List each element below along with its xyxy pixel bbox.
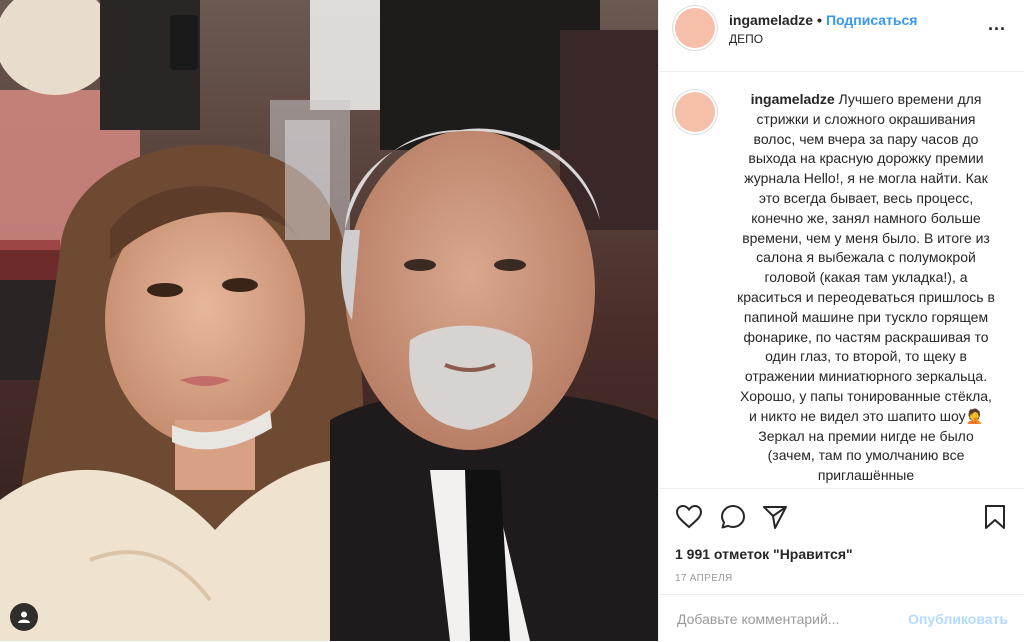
location-link[interactable]: ДЕПО [729,32,917,46]
actions-section: 1 991 отметок "Нравится" 17 апреля Опубл… [659,488,1024,642]
comment-input[interactable] [675,609,909,628]
more-options-icon[interactable]: ... [988,14,1006,35]
post-header: ingameladze • Подписаться ДЕПО ... [659,0,1024,72]
caption-username[interactable]: ingameladze [751,91,835,107]
photo-illustration [0,0,658,641]
action-icons [659,489,1024,541]
header-meta: ingameladze • Подписаться ДЕПО [729,12,917,46]
publish-button[interactable]: Опубликовать [908,611,1008,627]
separator: • [817,12,822,28]
caption-body: Лучшего времени для стрижки и сложного о… [737,91,995,484]
caption-section: ingameladze Лучшего времени для стрижки … [659,72,1024,488]
follow-button[interactable]: Подписаться [826,12,918,28]
avatar[interactable] [675,8,715,48]
bookmark-icon[interactable] [981,503,1009,531]
comment-form: Опубликовать [659,594,1024,642]
post-sidebar: ingameladze • Подписаться ДЕПО ... ingam… [658,0,1024,641]
post-photo[interactable] [0,0,658,641]
post-date[interactable]: 17 апреля [675,573,732,584]
share-icon[interactable] [761,503,789,531]
comment-icon[interactable] [719,503,747,531]
heart-icon[interactable] [675,503,703,531]
username-link[interactable]: ingameladze [729,12,813,28]
header-row: ingameladze • Подписаться [729,12,917,28]
caption-avatar[interactable] [675,92,715,132]
likes-count[interactable]: 1 991 отметок "Нравится" [675,546,853,562]
tagged-user-icon[interactable] [10,603,38,631]
instagram-post: ingameladze • Подписаться ДЕПО ... ingam… [0,0,1024,641]
caption-text: ingameladze Лучшего времени для стрижки … [735,90,997,488]
